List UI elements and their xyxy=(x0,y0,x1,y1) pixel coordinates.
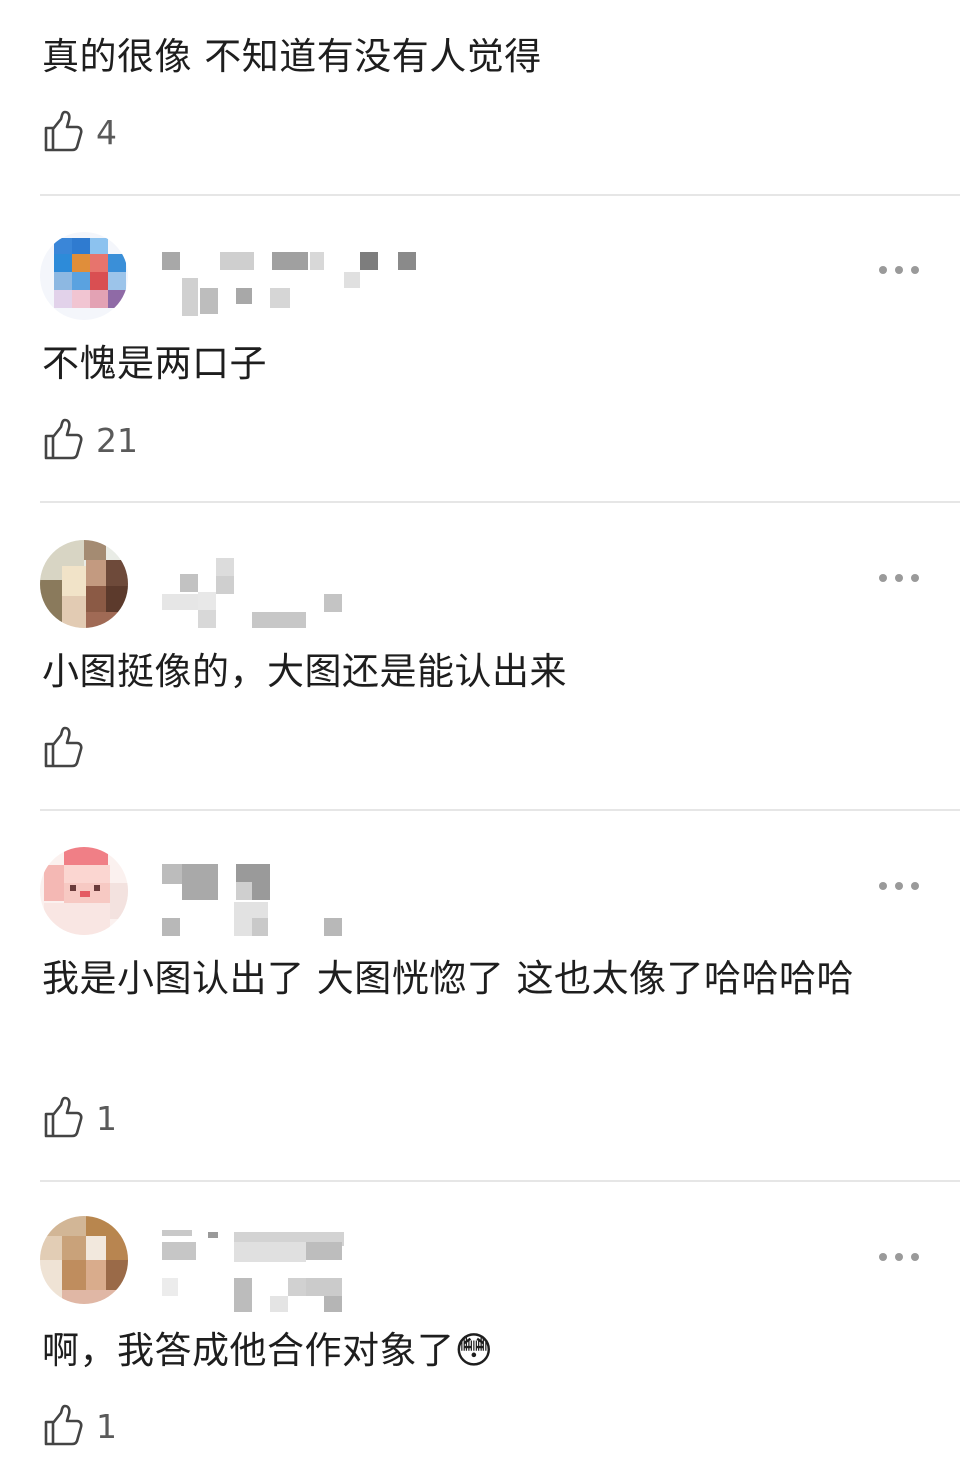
thumbs-up-icon xyxy=(42,1096,84,1140)
divider xyxy=(40,1180,960,1182)
comment-text: 真的很像 不知道有没有人觉得 xyxy=(42,35,542,78)
like-count: 4 xyxy=(96,112,117,152)
like-button[interactable] xyxy=(42,726,96,770)
more-dots-icon xyxy=(878,262,920,278)
avatar[interactable] xyxy=(40,540,128,628)
thumbs-up-icon xyxy=(42,726,84,770)
more-options-button[interactable] xyxy=(878,1249,920,1265)
more-options-button[interactable] xyxy=(878,878,920,894)
like-button[interactable]: 1 xyxy=(42,1404,117,1448)
username-blurred[interactable] xyxy=(160,556,360,636)
like-button[interactable]: 1 xyxy=(42,1096,117,1140)
more-dots-icon xyxy=(878,878,920,894)
thumbs-up-icon xyxy=(42,1404,84,1448)
avatar[interactable] xyxy=(40,1216,128,1304)
username-blurred[interactable] xyxy=(160,248,430,324)
divider xyxy=(40,194,960,196)
like-button[interactable]: 4 xyxy=(42,110,117,154)
divider xyxy=(40,501,960,503)
username-blurred[interactable] xyxy=(160,862,360,942)
more-options-button[interactable] xyxy=(878,570,920,586)
avatar[interactable] xyxy=(40,232,128,320)
more-dots-icon xyxy=(878,1249,920,1265)
more-options-button[interactable] xyxy=(878,262,920,278)
more-dots-icon xyxy=(878,570,920,586)
like-count: 1 xyxy=(96,1098,117,1138)
like-count: 1 xyxy=(96,1406,117,1446)
like-button[interactable]: 21 xyxy=(42,418,138,462)
like-count: 21 xyxy=(96,420,138,460)
comment-text: 不愧是两口子 xyxy=(42,342,267,385)
thumbs-up-icon xyxy=(42,110,84,154)
avatar[interactable] xyxy=(40,847,128,935)
comment-text: 小图挺像的，大图还是能认出来 xyxy=(42,650,567,693)
thumbs-up-icon xyxy=(42,418,84,462)
comment-text: 我是小图认出了 大图恍惚了 这也太像了哈哈哈哈 xyxy=(42,957,855,1000)
comment-text: 啊，我答成他合作对象了😳 xyxy=(42,1329,494,1372)
username-blurred[interactable] xyxy=(160,1228,360,1320)
divider xyxy=(40,809,960,811)
